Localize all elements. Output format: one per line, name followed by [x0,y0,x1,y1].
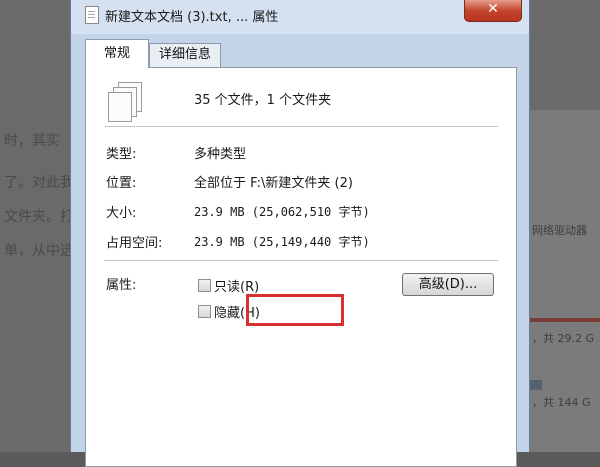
selection-summary: 35 个文件，1 个文件夹 [194,93,332,108]
location-value: 全部位于 F:\新建文件夹 (2) [194,176,353,191]
hidden-highlight-box [246,294,344,326]
background-text: 时，其实 [4,133,60,149]
location-label: 位置: [106,176,137,191]
size-on-disk-label: 占用空间: [106,236,163,251]
size-label: 大小: [106,206,137,221]
tab-details[interactable]: 详细信息 [149,43,221,67]
properties-dialog: 新建文本文档 (3).txt, ... 属性 ✕ 常规 详细信息 35 个文件，… [70,0,530,467]
hidden-checkbox[interactable] [198,305,211,318]
readonly-label[interactable]: 只读(R) [214,276,259,295]
type-label: 类型: [106,147,137,162]
document-icon [85,6,99,24]
advanced-button[interactable]: 高级(D)... [402,273,494,296]
tab-general[interactable]: 常规 [85,39,149,68]
title-bar[interactable]: 新建文本文档 (3).txt, ... 属性 ✕ [71,0,529,34]
type-value: 多种类型 [194,147,247,162]
background-text: 单，从中选 [4,243,74,259]
background-bar [528,380,542,390]
close-button[interactable]: ✕ [464,0,522,22]
background-bar [528,318,600,322]
background-text: 文件夹。打 [4,209,74,225]
attributes-label: 属性: [106,278,137,293]
readonly-checkbox[interactable] [198,279,211,292]
background-text: ，共 144 G [532,396,591,409]
separator [104,260,498,261]
file-stack-icon [106,82,142,122]
background-text: 网络驱动器 [532,224,587,237]
background-text: 了。对此我 [4,175,74,191]
separator [104,126,498,127]
general-tab-panel: 35 个文件，1 个文件夹 类型: 多种类型 位置: 全部位于 F:\新建文件夹… [85,67,517,467]
background-text: ，共 29.2 G [532,332,595,345]
size-on-disk-value: 23.9 MB (25,149,440 字节) [194,235,370,249]
window-title: 新建文本文档 (3).txt, ... 属性 [105,10,279,25]
size-value: 23.9 MB (25,062,510 字节) [194,205,370,219]
